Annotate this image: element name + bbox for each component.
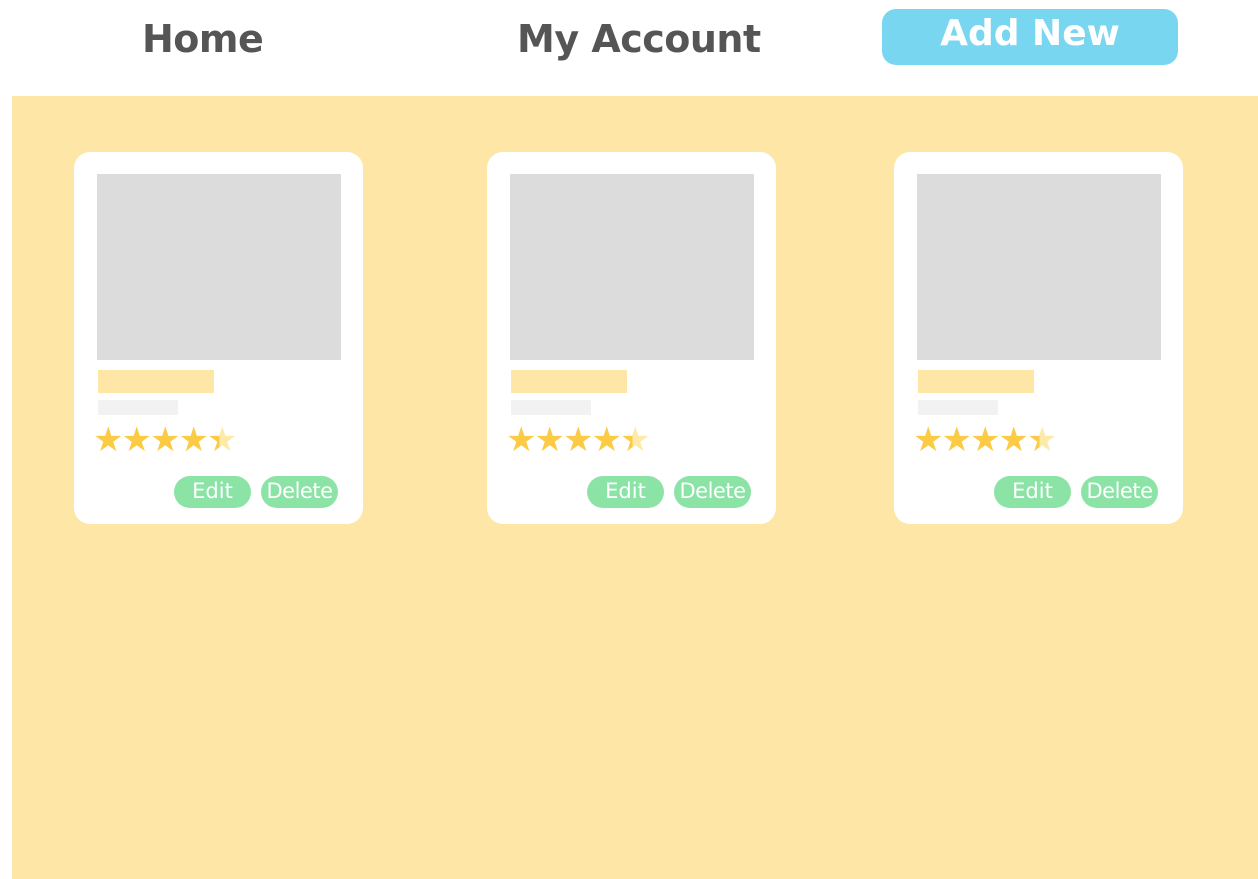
- star-icon: ★: [562, 420, 594, 460]
- half-star-icon: ★: [619, 420, 651, 460]
- star-icon: ★: [913, 420, 944, 460]
- star-icon: ★: [149, 420, 181, 460]
- star-icon: ★: [93, 420, 124, 460]
- nav-my-account-link[interactable]: My Account: [517, 14, 761, 64]
- card-image-placeholder: [510, 174, 754, 360]
- star-rating: ★★★★★: [506, 420, 651, 460]
- nav-home-link[interactable]: Home: [142, 14, 264, 64]
- star-icon: ★: [998, 420, 1029, 460]
- star-icon: ★: [534, 420, 565, 460]
- star-icon: ★: [591, 420, 622, 460]
- star-icon: ★: [121, 420, 152, 460]
- edit-button[interactable]: Edit: [174, 476, 251, 508]
- item-card: ★★★★★ Edit Delete: [487, 152, 776, 524]
- delete-button[interactable]: Delete: [674, 476, 751, 508]
- star-rating: ★★★★★: [93, 420, 238, 460]
- delete-button[interactable]: Delete: [261, 476, 338, 508]
- card-title-placeholder: [98, 370, 214, 393]
- card-subtitle-placeholder: [511, 400, 591, 415]
- delete-button[interactable]: Delete: [1081, 476, 1158, 508]
- star-rating: ★★★★★: [913, 420, 1058, 460]
- star-icon: ★: [969, 420, 1001, 460]
- half-star-icon: ★: [206, 420, 238, 460]
- card-title-placeholder: [511, 370, 627, 393]
- item-card: ★★★★★ Edit Delete: [894, 152, 1183, 524]
- card-image-placeholder: [97, 174, 341, 360]
- star-icon: ★: [941, 420, 972, 460]
- star-icon: ★: [178, 420, 209, 460]
- card-subtitle-placeholder: [918, 400, 998, 415]
- card-title-placeholder: [918, 370, 1034, 393]
- star-icon: ★: [506, 420, 537, 460]
- add-new-button[interactable]: Add New: [882, 9, 1178, 65]
- card-subtitle-placeholder: [98, 400, 178, 415]
- item-card: ★★★★★ Edit Delete: [74, 152, 363, 524]
- card-image-placeholder: [917, 174, 1161, 360]
- half-star-icon: ★: [1026, 420, 1058, 460]
- edit-button[interactable]: Edit: [994, 476, 1071, 508]
- edit-button[interactable]: Edit: [587, 476, 664, 508]
